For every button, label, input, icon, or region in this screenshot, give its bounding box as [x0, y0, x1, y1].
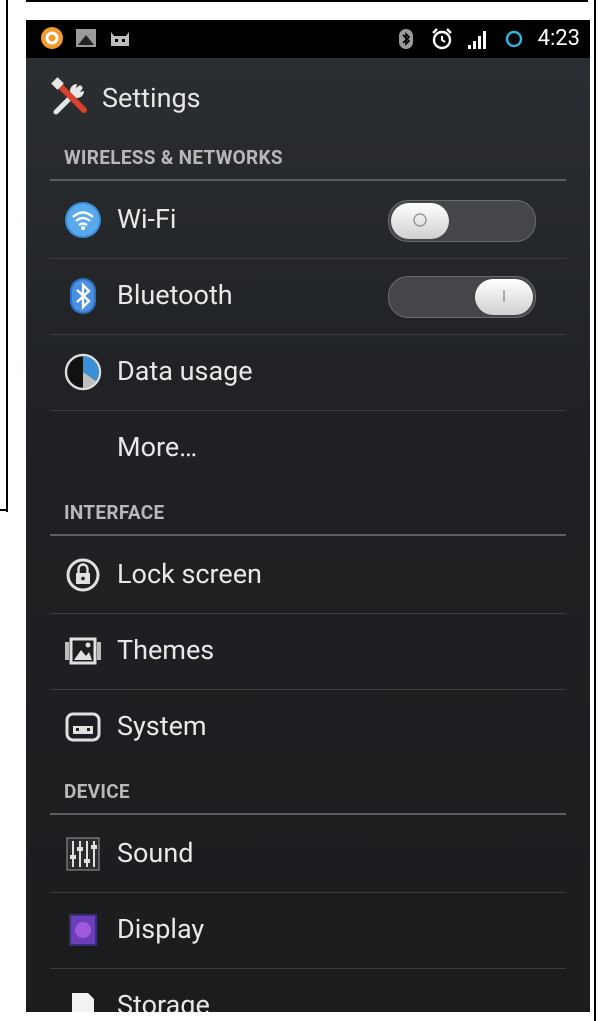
frame-line [6, 0, 8, 512]
settings-item-label: Sound [117, 837, 194, 869]
wifi-toggle[interactable] [388, 200, 536, 242]
status-time: 4:23 [537, 26, 580, 51]
bluetooth-icon [70, 278, 96, 314]
wifi-icon [65, 202, 101, 238]
settings-item-sound[interactable]: Sound [50, 817, 566, 893]
section-header-wireless: WIRELESS & NETWORKS [64, 146, 283, 169]
toggle-knob [475, 279, 533, 315]
page-title: Settings [102, 82, 201, 114]
settings-item-bluetooth[interactable]: Bluetooth [50, 259, 566, 335]
left-frame [0, 0, 26, 1021]
bluetooth-status-icon [398, 28, 413, 49]
themes-icon [65, 637, 101, 665]
cyanogen-notification-icon [111, 32, 129, 46]
section-header-interface: INTERFACE [64, 501, 165, 524]
system-icon [65, 712, 101, 742]
signal-strength-icon [467, 30, 486, 49]
settings-item-label: Lock screen [117, 558, 262, 590]
settings-tools-icon [51, 77, 87, 115]
settings-item-lock-screen[interactable]: Lock screen [50, 538, 566, 614]
off-mark-icon [413, 213, 427, 227]
storage-icon [72, 993, 94, 1012]
settings-item-label: Data usage [117, 355, 253, 387]
launcher-notification-icon [41, 27, 63, 49]
section-header-device: DEVICE [64, 780, 130, 803]
settings-item-themes[interactable]: Themes [50, 614, 566, 690]
settings-item-label: Themes [117, 634, 215, 666]
settings-item-label: System [117, 710, 207, 742]
settings-item-wifi[interactable]: Wi-Fi [50, 183, 566, 259]
on-mark-icon [503, 290, 505, 302]
settings-item-more[interactable]: More… [50, 411, 566, 487]
alarm-icon [431, 27, 452, 49]
section-rule [50, 813, 566, 815]
sound-equalizer-icon [66, 837, 100, 871]
settings-item-label: Wi-Fi [117, 203, 177, 235]
sync-status-icon [505, 30, 522, 47]
bluetooth-toggle[interactable] [388, 276, 536, 318]
frame-line [0, 509, 8, 511]
settings-item-label: More… [117, 431, 198, 463]
toggle-knob [391, 203, 449, 239]
action-bar: Settings [26, 58, 590, 138]
lock-icon [66, 558, 100, 592]
phone-screen: 4:23 Settings WIRELESS & NETWORKS Wi-Fi [26, 20, 590, 1012]
settings-item-label: Bluetooth [117, 279, 233, 311]
image-notification-icon [76, 29, 96, 47]
section-rule [50, 534, 566, 536]
settings-item-display[interactable]: Display [50, 893, 566, 969]
data-usage-icon [64, 353, 102, 391]
frame-top-line [0, 0, 610, 2]
settings-item-storage[interactable]: Storage [50, 969, 566, 1012]
section-rule [50, 179, 566, 181]
display-icon [69, 914, 97, 946]
settings-item-label: Storage [117, 989, 210, 1012]
right-frame [588, 0, 610, 1021]
frame-line [594, 0, 596, 1021]
settings-item-label: Display [117, 913, 205, 945]
settings-item-data-usage[interactable]: Data usage [50, 335, 566, 411]
settings-item-system[interactable]: System [50, 690, 566, 766]
status-bar: 4:23 [26, 20, 590, 58]
